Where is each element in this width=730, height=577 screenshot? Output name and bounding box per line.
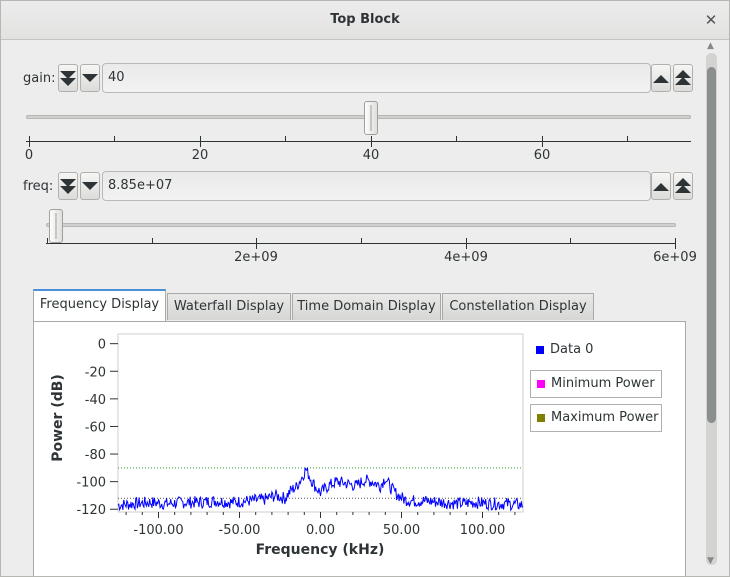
window-title: Top Block: [330, 12, 400, 27]
up-arrow-icon: [653, 183, 669, 191]
y-tick-label: -80: [85, 448, 106, 463]
slider-tick: [114, 136, 115, 142]
slider-tick-label: 20: [191, 148, 209, 163]
slider-tick-label: 2e+09: [234, 250, 278, 265]
double-up-arrow-icon: [675, 70, 691, 85]
y-tick-label: -120: [76, 503, 106, 518]
gain-slider-axis: [26, 141, 691, 142]
scroll-down-icon[interactable]: ▼: [707, 556, 714, 566]
freq-slider-handle[interactable]: [49, 209, 63, 243]
gain-label: gain:: [23, 71, 56, 86]
legend-minimum-power[interactable]: Minimum Power: [530, 370, 662, 398]
legend-minimum-power-label: Minimum Power: [551, 376, 655, 391]
maximum-power-swatch: [537, 414, 545, 422]
freq-slider-trough[interactable]: [46, 223, 676, 227]
gain-increase-button[interactable]: [651, 64, 671, 92]
up-arrow-icon: [653, 75, 669, 83]
down-arrow-icon: [82, 74, 98, 82]
y-tick-label: -100: [76, 476, 106, 491]
slider-major-tick: [256, 243, 257, 249]
slider-tick-label: 40: [362, 148, 380, 163]
frequency-display-panel: 0 -20 -40 -60 -80 -100 -120 -100.00 -50.00 0.00 5…: [33, 321, 686, 576]
scroll-up-icon[interactable]: ▲: [707, 41, 714, 51]
x-tick-label: 100.00: [460, 523, 506, 538]
close-button[interactable]: ✕: [701, 10, 721, 30]
tab-time-domain-display[interactable]: Time Domain Display: [292, 293, 441, 320]
slider-major-tick: [675, 243, 676, 249]
slider-tick-label: 4e+09: [444, 250, 488, 265]
slider-tick: [570, 238, 571, 244]
legend-data-0-label: Data 0: [550, 342, 594, 357]
slider-tick: [152, 238, 153, 244]
x-axis-label: Frequency (kHz): [256, 542, 385, 558]
main-window: Top Block ✕ gain: 40 0 20 40 60 freq: 8.85e…: [0, 0, 730, 577]
freq-input[interactable]: 8.85e+07: [102, 171, 651, 201]
y-tick-label: -40: [85, 393, 106, 408]
frequency-plot: 0 -20 -40 -60 -80 -100 -120 -100.00 -50.00 0.00 5…: [50, 333, 524, 558]
x-tick-label: 0.00: [306, 523, 335, 538]
vertical-scrollbar[interactable]: [706, 53, 717, 565]
legend-maximum-power-label: Maximum Power: [551, 410, 659, 425]
freq-label: freq:: [23, 179, 54, 194]
minimum-power-swatch: [537, 380, 545, 388]
tab-waterfall-display[interactable]: Waterfall Display: [167, 293, 291, 320]
data-0-swatch: [536, 346, 544, 354]
slider-tick-label: 0: [24, 148, 34, 163]
y-tick-label: 0: [98, 338, 106, 353]
double-down-arrow-icon: [60, 71, 76, 86]
slider-tick: [456, 136, 457, 142]
tab-frequency-display[interactable]: Frequency Display: [33, 289, 166, 321]
gain-decrease-button[interactable]: [80, 64, 100, 92]
title-bar: Top Block ✕: [1, 1, 729, 40]
plot-area: [117, 333, 524, 513]
freq-decrease-button[interactable]: [80, 172, 100, 200]
gain-slider-trough[interactable]: [26, 115, 691, 119]
slider-tick-label: 60: [533, 148, 551, 163]
gain-big-increase-button[interactable]: [673, 64, 693, 92]
x-tick-label: -50.00: [219, 523, 261, 538]
close-icon: ✕: [704, 11, 718, 29]
freq-big-decrease-button[interactable]: [58, 172, 78, 200]
y-tick-label: -60: [85, 420, 106, 435]
slider-major-tick: [371, 141, 372, 147]
slider-major-tick: [542, 141, 543, 147]
slider-major-tick: [466, 243, 467, 249]
freq-big-increase-button[interactable]: [673, 172, 693, 200]
gain-slider-handle[interactable]: [364, 101, 378, 135]
slider-major-tick: [200, 141, 201, 147]
double-up-arrow-icon: [675, 178, 691, 193]
slider-tick: [285, 136, 286, 142]
x-tick-label: -100.00: [133, 523, 183, 538]
down-arrow-icon: [82, 182, 98, 190]
slider-tick: [361, 238, 362, 244]
tab-constellation-display[interactable]: Constellation Display: [442, 293, 594, 320]
gain-big-decrease-button[interactable]: [58, 64, 78, 92]
slider-tick: [627, 136, 628, 142]
x-tick-label: 50.00: [383, 523, 420, 538]
slider-tick-label: 6e+09: [653, 250, 697, 265]
double-down-arrow-icon: [60, 179, 76, 194]
y-axis-label: Power (dB): [50, 374, 66, 462]
y-tick-label: -20: [85, 365, 106, 380]
freq-increase-button[interactable]: [651, 172, 671, 200]
legend-maximum-power[interactable]: Maximum Power: [530, 404, 662, 432]
slider-major-tick: [29, 141, 30, 147]
slider-tick: [47, 238, 48, 244]
vertical-scrollbar-thumb[interactable]: [707, 67, 716, 423]
gain-input[interactable]: 40: [102, 63, 651, 93]
